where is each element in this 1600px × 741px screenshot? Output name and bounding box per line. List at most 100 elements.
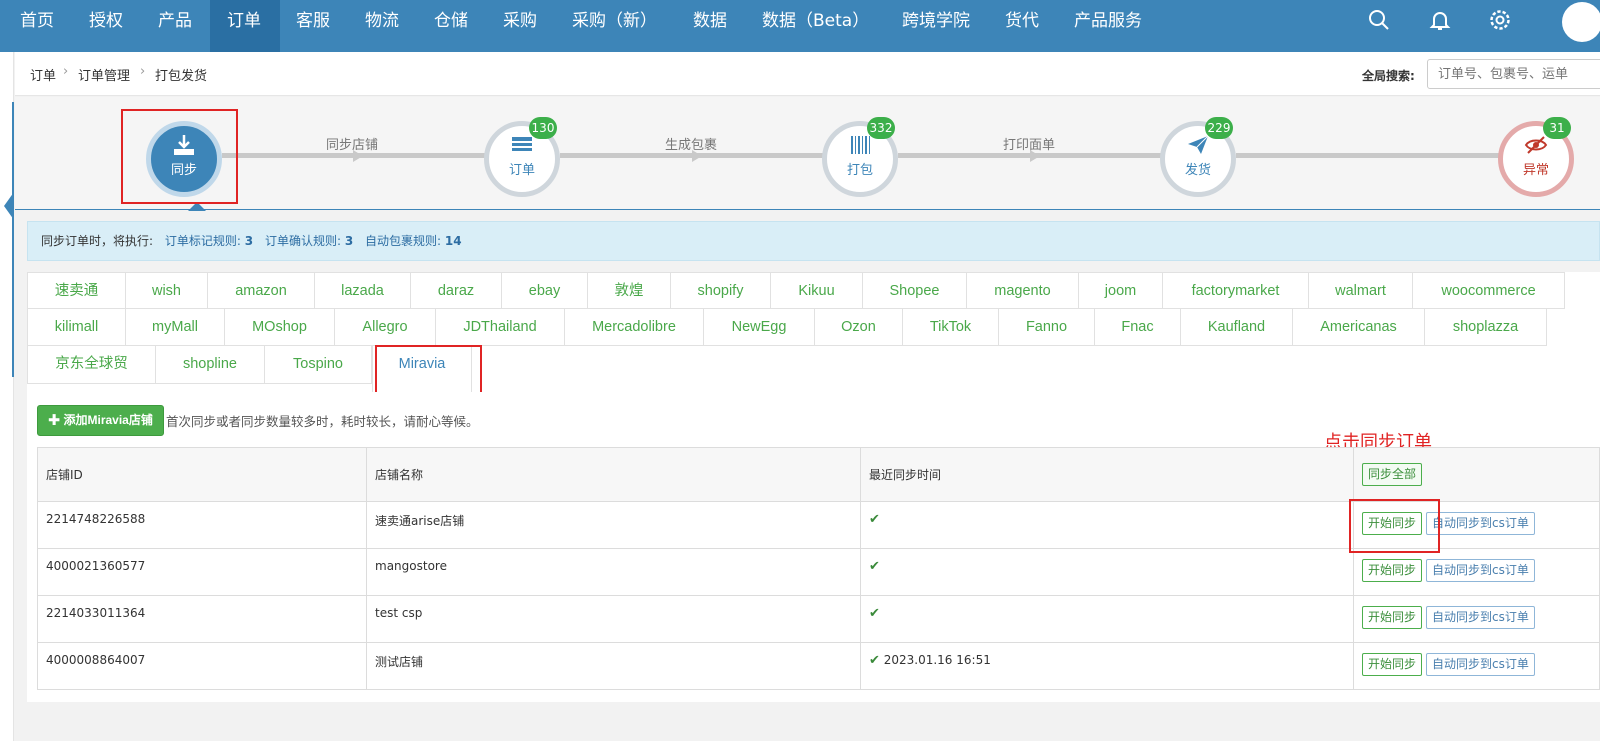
platform-tab[interactable]: amazon	[208, 272, 315, 309]
last-sync: ✔	[860, 595, 1354, 643]
sidebar-toggle-icon[interactable]	[4, 192, 14, 220]
platform-tab[interactable]: Ozon	[815, 309, 903, 346]
gear-icon[interactable]	[1488, 8, 1512, 32]
chevron-right-icon: ›	[63, 64, 69, 79]
nav-item-logistics[interactable]: 物流	[365, 0, 399, 52]
platform-tab[interactable]: Americanas	[1293, 309, 1425, 346]
platform-tab[interactable]: Fanno	[999, 309, 1095, 346]
bell-icon[interactable]	[1428, 8, 1452, 32]
check-icon: ✔	[869, 653, 880, 668]
sidebar-indicator	[12, 102, 14, 377]
search-icon[interactable]	[1367, 8, 1391, 32]
platform-tab[interactable]: shopline	[156, 346, 265, 384]
global-search-input[interactable]	[1427, 59, 1600, 89]
column-header-actions: 同步全部	[1353, 447, 1600, 502]
platform-tab[interactable]: Allegro	[335, 309, 436, 346]
platform-tab[interactable]: factorymarket	[1163, 272, 1309, 309]
platform-tab[interactable]: Mercadolibre	[565, 309, 704, 346]
nav-item-orders[interactable]: 订单	[210, 0, 280, 52]
nav-item-academy[interactable]: 跨境学院	[902, 0, 970, 52]
platform-tab[interactable]: Shopee	[863, 272, 967, 309]
breadcrumb-item-order-management[interactable]: 订单管理	[78, 65, 130, 84]
platform-tab[interactable]: magento	[967, 272, 1079, 309]
platform-tab[interactable]: woocommerce	[1413, 272, 1565, 309]
store-id: 4000008864007	[37, 642, 367, 690]
check-icon: ✔	[869, 512, 880, 527]
platform-tab[interactable]: JDThailand	[436, 309, 565, 346]
platform-tab[interactable]: shopify	[671, 272, 771, 309]
nav-item-purchase[interactable]: 采购	[503, 0, 537, 52]
platform-tab[interactable]: ebay	[502, 272, 588, 309]
platform-tab[interactable]: TikTok	[903, 309, 999, 346]
nav-item-products[interactable]: 产品	[158, 0, 192, 52]
row-actions: 开始同步 自动同步到cs订单	[1353, 548, 1600, 596]
auto-sync-button[interactable]: 自动同步到cs订单	[1426, 559, 1535, 582]
platform-tab[interactable]: 速卖通	[27, 272, 126, 309]
avatar[interactable]	[1562, 2, 1600, 42]
rule-confirm[interactable]: 订单确认规则: 3	[265, 234, 353, 248]
sync-note: 首次同步或者同步数量较多时，耗时较长，请耐心等候。	[166, 414, 479, 429]
sync-all-button[interactable]: 同步全部	[1362, 463, 1423, 486]
nav-item-product-service[interactable]: 产品服务	[1074, 0, 1142, 52]
platform-tab[interactable]: walmart	[1309, 272, 1413, 309]
step-label-orders: 订单	[508, 163, 535, 178]
platform-tab[interactable]: shoplazza	[1425, 309, 1547, 346]
start-sync-button[interactable]: 开始同步	[1362, 559, 1423, 582]
global-search-label: 全局搜索:	[1362, 69, 1415, 83]
eye-off-icon	[1524, 136, 1548, 154]
platform-tab[interactable]: Kaufland	[1181, 309, 1293, 346]
step-label-exception: 异常	[1522, 163, 1549, 178]
breadcrumb: 订单 › 订单管理 › 打包发货 全局搜索:	[15, 52, 1600, 96]
start-sync-button[interactable]: 开始同步	[1362, 653, 1423, 676]
step-connector-label: 打印面单	[1003, 138, 1056, 153]
send-icon	[1188, 135, 1209, 154]
nav-item-service[interactable]: 客服	[296, 0, 330, 52]
step-badge-ship: 229	[1205, 117, 1233, 139]
auto-sync-button[interactable]: 自动同步到cs订单	[1426, 606, 1535, 629]
plus-icon: ✚	[48, 413, 61, 427]
platform-tab[interactable]: Tospino	[265, 346, 372, 384]
nav-item-home[interactable]: 首页	[20, 0, 54, 52]
step-connector-label: 同步店铺	[326, 138, 379, 153]
platform-tab[interactable]: Kikuu	[771, 272, 863, 309]
platform-tab[interactable]: MOshop	[225, 309, 335, 346]
breadcrumb-item-pack-ship: 打包发货	[155, 69, 208, 84]
platform-tab[interactable]: 敦煌	[588, 272, 671, 309]
nav-item-forwarder[interactable]: 货代	[1005, 0, 1039, 52]
column-header-last-sync: 最近同步时间	[860, 447, 1354, 502]
platform-tab[interactable]: Fnac	[1095, 309, 1181, 346]
store-name: test csp	[366, 595, 861, 643]
auto-sync-button[interactable]: 自动同步到cs订单	[1426, 653, 1535, 676]
rules-prefix: 同步订单时，将执行:	[41, 234, 154, 248]
platform-tab[interactable]: NewEgg	[704, 309, 815, 346]
breadcrumb-item-orders[interactable]: 订单	[30, 65, 56, 84]
nav-item-data-beta[interactable]: 数据（Beta）	[762, 0, 869, 52]
nav-item-purchase-new[interactable]: 采购（新）	[572, 0, 657, 52]
start-sync-button[interactable]: 开始同步	[1362, 606, 1423, 629]
last-sync: ✔ 2023.01.16 16:51	[860, 642, 1354, 690]
row-actions: 开始同步 自动同步到cs订单	[1353, 642, 1600, 690]
left-sidebar-strip	[0, 52, 14, 741]
platform-tab[interactable]: kilimall	[27, 309, 126, 346]
nav-item-auth[interactable]: 授权	[89, 0, 123, 52]
nav-item-data[interactable]: 数据	[693, 0, 727, 52]
sync-rules-info: 同步订单时，将执行: 订单标记规则: 3 订单确认规则: 3 自动包裹规则: 1…	[27, 221, 1600, 261]
auto-sync-button[interactable]: 自动同步到cs订单	[1426, 512, 1535, 535]
column-header-store-id: 店铺ID	[37, 447, 367, 502]
step-connector	[1236, 153, 1500, 158]
platform-tab[interactable]: wish	[126, 272, 208, 309]
platform-tab[interactable]: lazada	[315, 272, 411, 309]
store-name: 速卖通arise店铺	[366, 501, 861, 549]
add-store-button[interactable]: ✚ 添加Miravia店铺	[37, 405, 164, 436]
platform-tab[interactable]: 京东全球贸	[27, 346, 156, 384]
highlight-sync-step	[121, 109, 238, 204]
rule-auto-package[interactable]: 自动包裹规则: 14	[365, 234, 462, 248]
store-id: 2214033011364	[37, 595, 367, 643]
chevron-right-icon: ›	[140, 64, 146, 79]
platform-tab[interactable]: daraz	[411, 272, 502, 309]
platform-tab[interactable]: joom	[1079, 272, 1163, 309]
add-store-label: 添加Miravia店铺	[63, 413, 153, 427]
nav-item-warehouse[interactable]: 仓储	[434, 0, 468, 52]
platform-tab[interactable]: myMall	[126, 309, 225, 346]
rule-mark[interactable]: 订单标记规则: 3	[165, 234, 253, 248]
